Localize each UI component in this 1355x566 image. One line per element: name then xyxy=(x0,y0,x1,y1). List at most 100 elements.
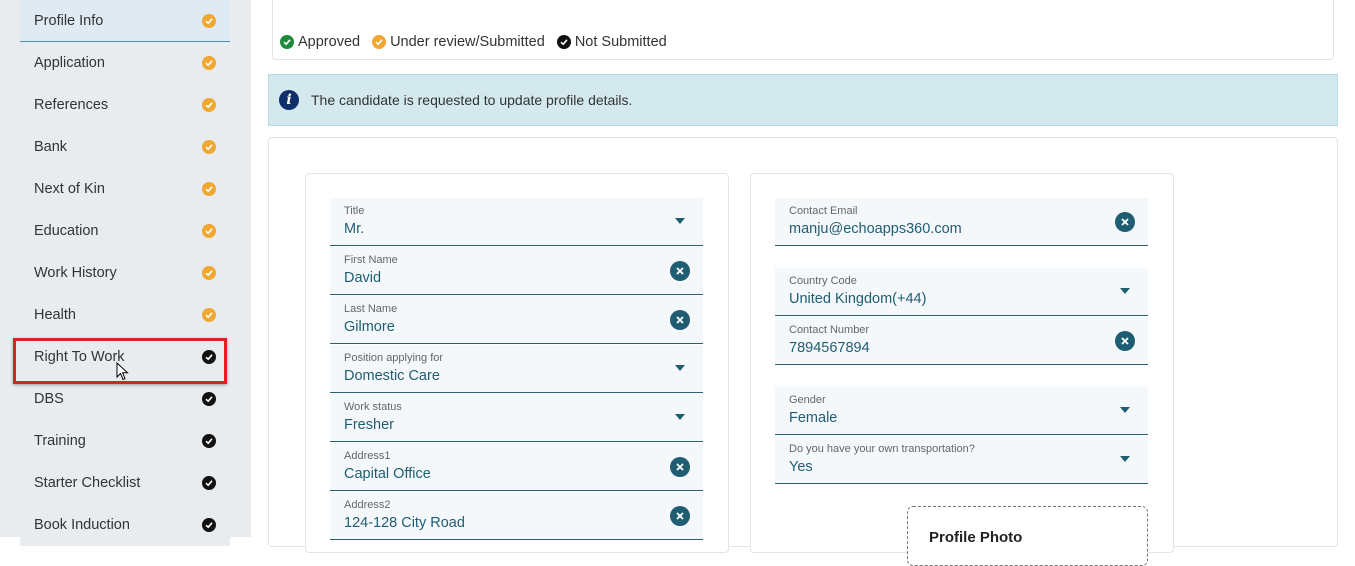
status-check-icon xyxy=(202,224,216,238)
caret-down-icon[interactable] xyxy=(675,414,685,420)
clear-icon[interactable] xyxy=(670,506,690,526)
field-value[interactable]: Yes xyxy=(789,459,813,475)
sidebar-item-label: DBS xyxy=(34,391,64,407)
legend-not-submitted: Not Submitted xyxy=(556,34,667,50)
status-check-icon xyxy=(202,266,216,280)
caret-down-icon[interactable] xyxy=(675,365,685,371)
do-you-have-your-own-transportation-select[interactable]: Do you have your own transportation? Yes xyxy=(775,436,1148,484)
field-label: Country Code xyxy=(789,275,857,287)
field-label: Work status xyxy=(344,401,402,413)
field-label: First Name xyxy=(344,254,398,266)
status-check-icon xyxy=(202,434,216,448)
field-label: Contact Email xyxy=(789,205,858,217)
position-applying-for-select[interactable]: Position applying for Domestic Care xyxy=(330,345,703,393)
under-review-check-icon xyxy=(372,35,387,49)
caret-down-icon[interactable] xyxy=(1120,456,1130,462)
status-legend-card xyxy=(272,0,1334,60)
sidebar-item-health[interactable]: Health xyxy=(20,294,230,336)
status-legend: Approved Under review/Submitted Not Subm… xyxy=(280,34,679,50)
info-alert: i The candidate is requested to update p… xyxy=(268,74,1338,126)
sidebar-item-bank[interactable]: Bank xyxy=(20,126,230,168)
gender-select[interactable]: Gender Female xyxy=(775,387,1148,435)
sidebar-item-book-induction[interactable]: Book Induction xyxy=(20,504,230,546)
clear-icon[interactable] xyxy=(670,310,690,330)
status-check-icon xyxy=(202,98,216,112)
sidebar-item-application[interactable]: Application xyxy=(20,42,230,84)
sidebar-item-dbs[interactable]: DBS xyxy=(20,378,230,420)
sidebar-item-label: Bank xyxy=(34,139,68,155)
address1-field[interactable]: Address1 Capital Office xyxy=(330,443,703,491)
sidebar-item-label: Health xyxy=(34,307,76,323)
contact-email-field[interactable]: Contact Email manju@echoapps360.com xyxy=(775,198,1148,246)
sidebar-item-starter-checklist[interactable]: Starter Checklist xyxy=(20,462,230,504)
field-value[interactable]: manju@echoapps360.com xyxy=(789,221,962,237)
sidebar-item-label: Starter Checklist xyxy=(34,475,141,491)
profile-photo-title: Profile Photo xyxy=(929,529,1023,546)
field-value[interactable]: Fresher xyxy=(344,417,394,433)
field-label: Address2 xyxy=(344,499,391,511)
field-label: Title xyxy=(344,205,365,217)
legend-approved: Approved xyxy=(280,34,360,50)
clear-icon[interactable] xyxy=(670,457,690,477)
sidebar-item-references[interactable]: References xyxy=(20,84,230,126)
sidebar-item-label: Next of Kin xyxy=(34,181,105,197)
country-code-select[interactable]: Country Code United Kingdom(+44) xyxy=(775,268,1148,316)
status-check-icon xyxy=(202,56,216,70)
field-label: Address1 xyxy=(344,450,391,462)
sidebar-item-label: Book Induction xyxy=(34,517,130,533)
status-check-icon xyxy=(202,140,216,154)
title-select[interactable]: Title Mr. xyxy=(330,198,703,246)
field-label: Contact Number xyxy=(789,324,870,336)
sidebar-item-training[interactable]: Training xyxy=(20,420,230,462)
field-value[interactable]: Female xyxy=(789,410,837,426)
field-value[interactable]: Domestic Care xyxy=(344,368,440,384)
field-value[interactable]: Gilmore xyxy=(344,319,395,335)
sidebar-item-work-history[interactable]: Work History xyxy=(20,252,230,294)
info-message: The candidate is requested to update pro… xyxy=(311,92,633,108)
status-check-icon xyxy=(202,308,216,322)
field-label: Last Name xyxy=(344,303,398,315)
caret-down-icon[interactable] xyxy=(1120,407,1130,413)
legend-not-submitted-label: Not Submitted xyxy=(574,34,667,50)
sidebar-item-next-of-kin[interactable]: Next of Kin xyxy=(20,168,230,210)
field-label: Position applying for xyxy=(344,352,444,364)
profile-photo-upload[interactable]: Profile Photo xyxy=(907,506,1148,566)
legend-under-review: Under review/Submitted xyxy=(372,34,545,50)
sidebar-item-profile-info[interactable]: Profile Info xyxy=(20,0,230,42)
first-name-field[interactable]: First Name David xyxy=(330,247,703,295)
field-value[interactable]: 7894567894 xyxy=(789,340,870,356)
work-status-select[interactable]: Work status Fresher xyxy=(330,394,703,442)
sidebar: Profile Info Application References Bank Nex… xyxy=(0,0,251,546)
sidebar-item-label: Right To Work xyxy=(34,349,125,365)
status-check-icon xyxy=(202,518,216,532)
caret-down-icon[interactable] xyxy=(675,218,685,224)
field-value[interactable]: David xyxy=(344,270,381,286)
sidebar-item-label: Work History xyxy=(34,265,117,281)
field-value[interactable]: Mr. xyxy=(344,221,364,237)
address2-field[interactable]: Address2 124-128 City Road xyxy=(330,492,703,540)
status-check-icon xyxy=(202,13,216,28)
last-name-field[interactable]: Last Name Gilmore xyxy=(330,296,703,344)
not-submitted-check-icon xyxy=(556,35,571,49)
clear-icon[interactable] xyxy=(1115,331,1135,351)
approved-check-icon xyxy=(280,35,294,49)
field-value[interactable]: Capital Office xyxy=(344,466,431,482)
sidebar-item-education[interactable]: Education xyxy=(20,210,230,252)
sidebar-item-label: Profile Info xyxy=(34,12,104,29)
sidebar-list: Profile Info Application References Bank Nex… xyxy=(20,0,230,546)
caret-down-icon[interactable] xyxy=(1120,288,1130,294)
clear-icon[interactable] xyxy=(1115,212,1135,232)
mouse-cursor-icon xyxy=(116,362,129,381)
field-value[interactable]: 124-128 City Road xyxy=(344,515,465,531)
sidebar-item-label: Education xyxy=(34,223,99,239)
clear-icon[interactable] xyxy=(670,261,690,281)
field-label: Do you have your own transportation? xyxy=(789,443,975,455)
legend-under-review-label: Under review/Submitted xyxy=(390,34,545,50)
field-value[interactable]: United Kingdom(+44) xyxy=(789,291,926,307)
status-check-icon xyxy=(202,182,216,196)
status-check-icon xyxy=(202,476,216,490)
status-check-icon xyxy=(202,350,216,364)
contact-number-field[interactable]: Contact Number 7894567894 xyxy=(775,317,1148,365)
sidebar-item-label: Training xyxy=(34,433,86,449)
sidebar-item-label: References xyxy=(34,97,109,113)
